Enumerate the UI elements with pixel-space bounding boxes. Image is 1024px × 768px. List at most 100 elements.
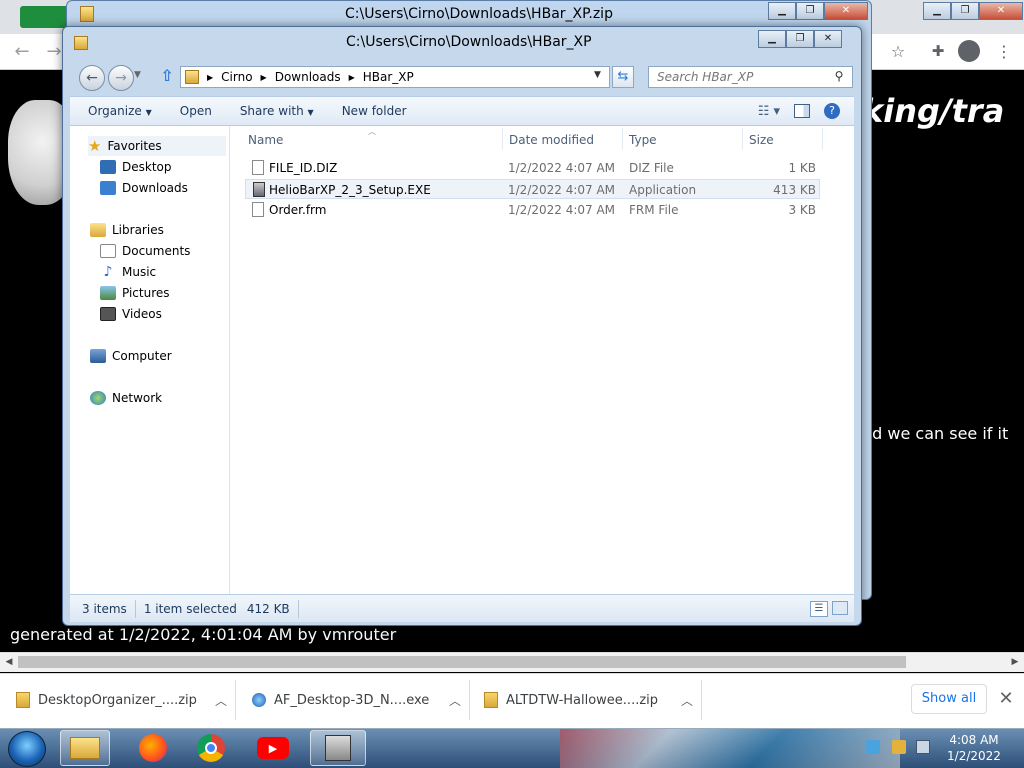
- new-folder-button[interactable]: New folder: [328, 104, 421, 118]
- share-with-label: Share with: [239, 104, 304, 118]
- preview-pane-icon[interactable]: [794, 104, 810, 118]
- column-header-name[interactable]: Name: [248, 133, 283, 147]
- browser-close-icon[interactable]: ✕: [979, 2, 1023, 20]
- taskbar-explorer-button[interactable]: [60, 730, 110, 766]
- download-item[interactable]: DesktopOrganizer_....zip ︿: [8, 680, 236, 720]
- file-row-selected[interactable]: HelioBarXP_2_3_Setup.EXE 1/2/2022 4:07 A…: [245, 179, 820, 199]
- breadcrumb-hbar-xp[interactable]: HBar_XP: [363, 70, 414, 84]
- column-divider[interactable]: [742, 128, 743, 150]
- chrome-icon: [197, 734, 225, 762]
- organize-button[interactable]: Organize ▼: [74, 104, 166, 118]
- status-bar: 3 items 1 item selected 412 KB ☰: [70, 594, 854, 622]
- nav-favorites[interactable]: ★ Favorites: [88, 136, 226, 156]
- nav-computer[interactable]: Computer: [90, 346, 248, 366]
- breadcrumb-cirno[interactable]: Cirno: [221, 70, 252, 84]
- maximize-icon[interactable]: ❐: [796, 2, 824, 20]
- page-heading-fragment: king/tra: [862, 92, 1005, 130]
- browser-forward-icon[interactable]: →: [44, 42, 64, 62]
- download-item[interactable]: ALTDTW-Hallowee....zip ︿: [476, 680, 702, 720]
- column-divider[interactable]: [622, 128, 623, 150]
- extensions-puzzle-icon[interactable]: ✚: [928, 42, 948, 62]
- start-button[interactable]: [8, 731, 46, 767]
- scroll-left-icon[interactable]: ◀: [2, 654, 16, 670]
- nav-libraries[interactable]: Libraries: [90, 220, 248, 240]
- scroll-right-icon[interactable]: ▶: [1008, 654, 1022, 670]
- profile-avatar-icon[interactable]: [958, 40, 980, 62]
- up-one-level-icon[interactable]: ⇧: [158, 66, 176, 86]
- maximize-icon[interactable]: ❐: [786, 30, 814, 48]
- back-arrow-icon[interactable]: ←: [79, 65, 105, 91]
- taskbar-chrome-button[interactable]: [186, 730, 236, 766]
- column-header-size[interactable]: Size: [749, 133, 774, 147]
- videos-icon: [100, 307, 116, 321]
- youtube-icon: ▶: [257, 737, 289, 759]
- chevron-up-icon[interactable]: ︿: [681, 692, 693, 709]
- chevron-down-icon: ▼: [145, 108, 152, 117]
- search-input[interactable]: Search HBar_XP: [648, 66, 853, 88]
- page-text-fragment: nd we can see if it: [862, 424, 1009, 443]
- close-icon[interactable]: ✕: [814, 30, 842, 48]
- refresh-icon[interactable]: ⇆: [612, 66, 634, 88]
- wallpaper-peek: [560, 729, 900, 768]
- status-divider: [134, 599, 136, 618]
- browser-minimize-icon[interactable]: ▁: [923, 2, 951, 20]
- browser-caption-buttons: ▁ ❐ ✕: [923, 2, 1023, 20]
- taskbar-installer-button[interactable]: [310, 730, 366, 766]
- minimize-icon[interactable]: ▁: [758, 30, 786, 48]
- chevron-up-icon[interactable]: ︿: [449, 692, 461, 709]
- column-divider[interactable]: [502, 128, 503, 150]
- taskbar-firefox-button[interactable]: [128, 730, 178, 766]
- column-divider[interactable]: [822, 128, 823, 150]
- scrollbar-thumb[interactable]: [18, 656, 906, 668]
- breadcrumb-separator-icon[interactable]: ▶: [261, 73, 267, 82]
- column-header-date-modified[interactable]: Date modified: [509, 133, 594, 147]
- breadcrumb-separator-icon[interactable]: ▶: [349, 73, 355, 82]
- browser-back-icon[interactable]: ←: [12, 42, 32, 62]
- address-dropdown-icon[interactable]: ▼: [594, 70, 601, 80]
- nav-label: Videos: [122, 307, 162, 321]
- close-icon[interactable]: ✕: [824, 2, 868, 20]
- file-date: 1/2/2022 4:07 AM: [508, 183, 616, 197]
- view-controls: ☷ ▾ ?: [758, 103, 854, 119]
- minimize-icon[interactable]: ▁: [768, 2, 796, 20]
- column-header-type[interactable]: Type: [629, 133, 657, 147]
- details-view-icon[interactable]: ☰: [810, 600, 828, 617]
- address-bar[interactable]: ▶ Cirno ▶ Downloads ▶ HBar_XP: [180, 66, 610, 88]
- browser-maximize-icon[interactable]: ❐: [951, 2, 979, 20]
- installer-icon: [252, 693, 266, 707]
- breadcrumb-separator-icon[interactable]: ▶: [207, 73, 213, 82]
- show-all-downloads-button[interactable]: Show all: [911, 684, 987, 714]
- search-icon[interactable]: ⚲: [832, 69, 846, 83]
- large-icons-view-icon[interactable]: [832, 600, 848, 615]
- download-item[interactable]: AF_Desktop-3D_N....exe ︿: [244, 680, 470, 720]
- nav-network[interactable]: Network: [90, 388, 248, 408]
- file-row[interactable]: FILE_ID.DIZ 1/2/2022 4:07 AM DIZ File 1 …: [245, 158, 820, 178]
- breadcrumb-downloads[interactable]: Downloads: [275, 70, 341, 84]
- selection-count: 1 item selected: [143, 601, 237, 616]
- tray-network-icon[interactable]: [916, 740, 930, 754]
- browser-menu-icon[interactable]: ⋮: [996, 42, 1012, 62]
- file-date: 1/2/2022 4:07 AM: [508, 161, 616, 175]
- close-download-shelf-icon[interactable]: ✕: [996, 688, 1016, 710]
- download-filename: DesktopOrganizer_....zip: [38, 692, 197, 708]
- taskbar-youtube-button[interactable]: ▶: [248, 730, 298, 766]
- setup-computer-icon: [325, 735, 351, 761]
- tray-flag-icon[interactable]: [866, 740, 880, 754]
- nav-label: Favorites: [107, 139, 162, 153]
- recent-pages-dropdown-icon[interactable]: ▼: [134, 70, 141, 80]
- open-button[interactable]: Open: [166, 104, 226, 118]
- taskbar-clock[interactable]: 4:08 AM 1/2/2022: [934, 732, 1014, 764]
- view-switcher: ☰: [810, 600, 848, 617]
- chevron-up-icon[interactable]: ︿: [215, 692, 227, 709]
- nav-label: Libraries: [112, 223, 164, 237]
- file-row[interactable]: Order.frm 1/2/2022 4:07 AM FRM File 3 KB: [245, 200, 820, 220]
- sort-ascending-icon: ︿: [368, 127, 376, 136]
- share-with-button[interactable]: Share with ▼: [226, 104, 328, 118]
- tray-security-icon[interactable]: [892, 740, 906, 754]
- file-name: FILE_ID.DIZ: [269, 161, 338, 175]
- forward-arrow-icon[interactable]: →: [108, 65, 134, 91]
- window-title: C:\Users\Cirno\Downloads\HBar_XP: [346, 34, 592, 50]
- bookmark-star-icon[interactable]: ☆: [888, 42, 908, 62]
- help-icon[interactable]: ?: [824, 103, 840, 119]
- change-view-icon[interactable]: ☷ ▾: [758, 104, 780, 119]
